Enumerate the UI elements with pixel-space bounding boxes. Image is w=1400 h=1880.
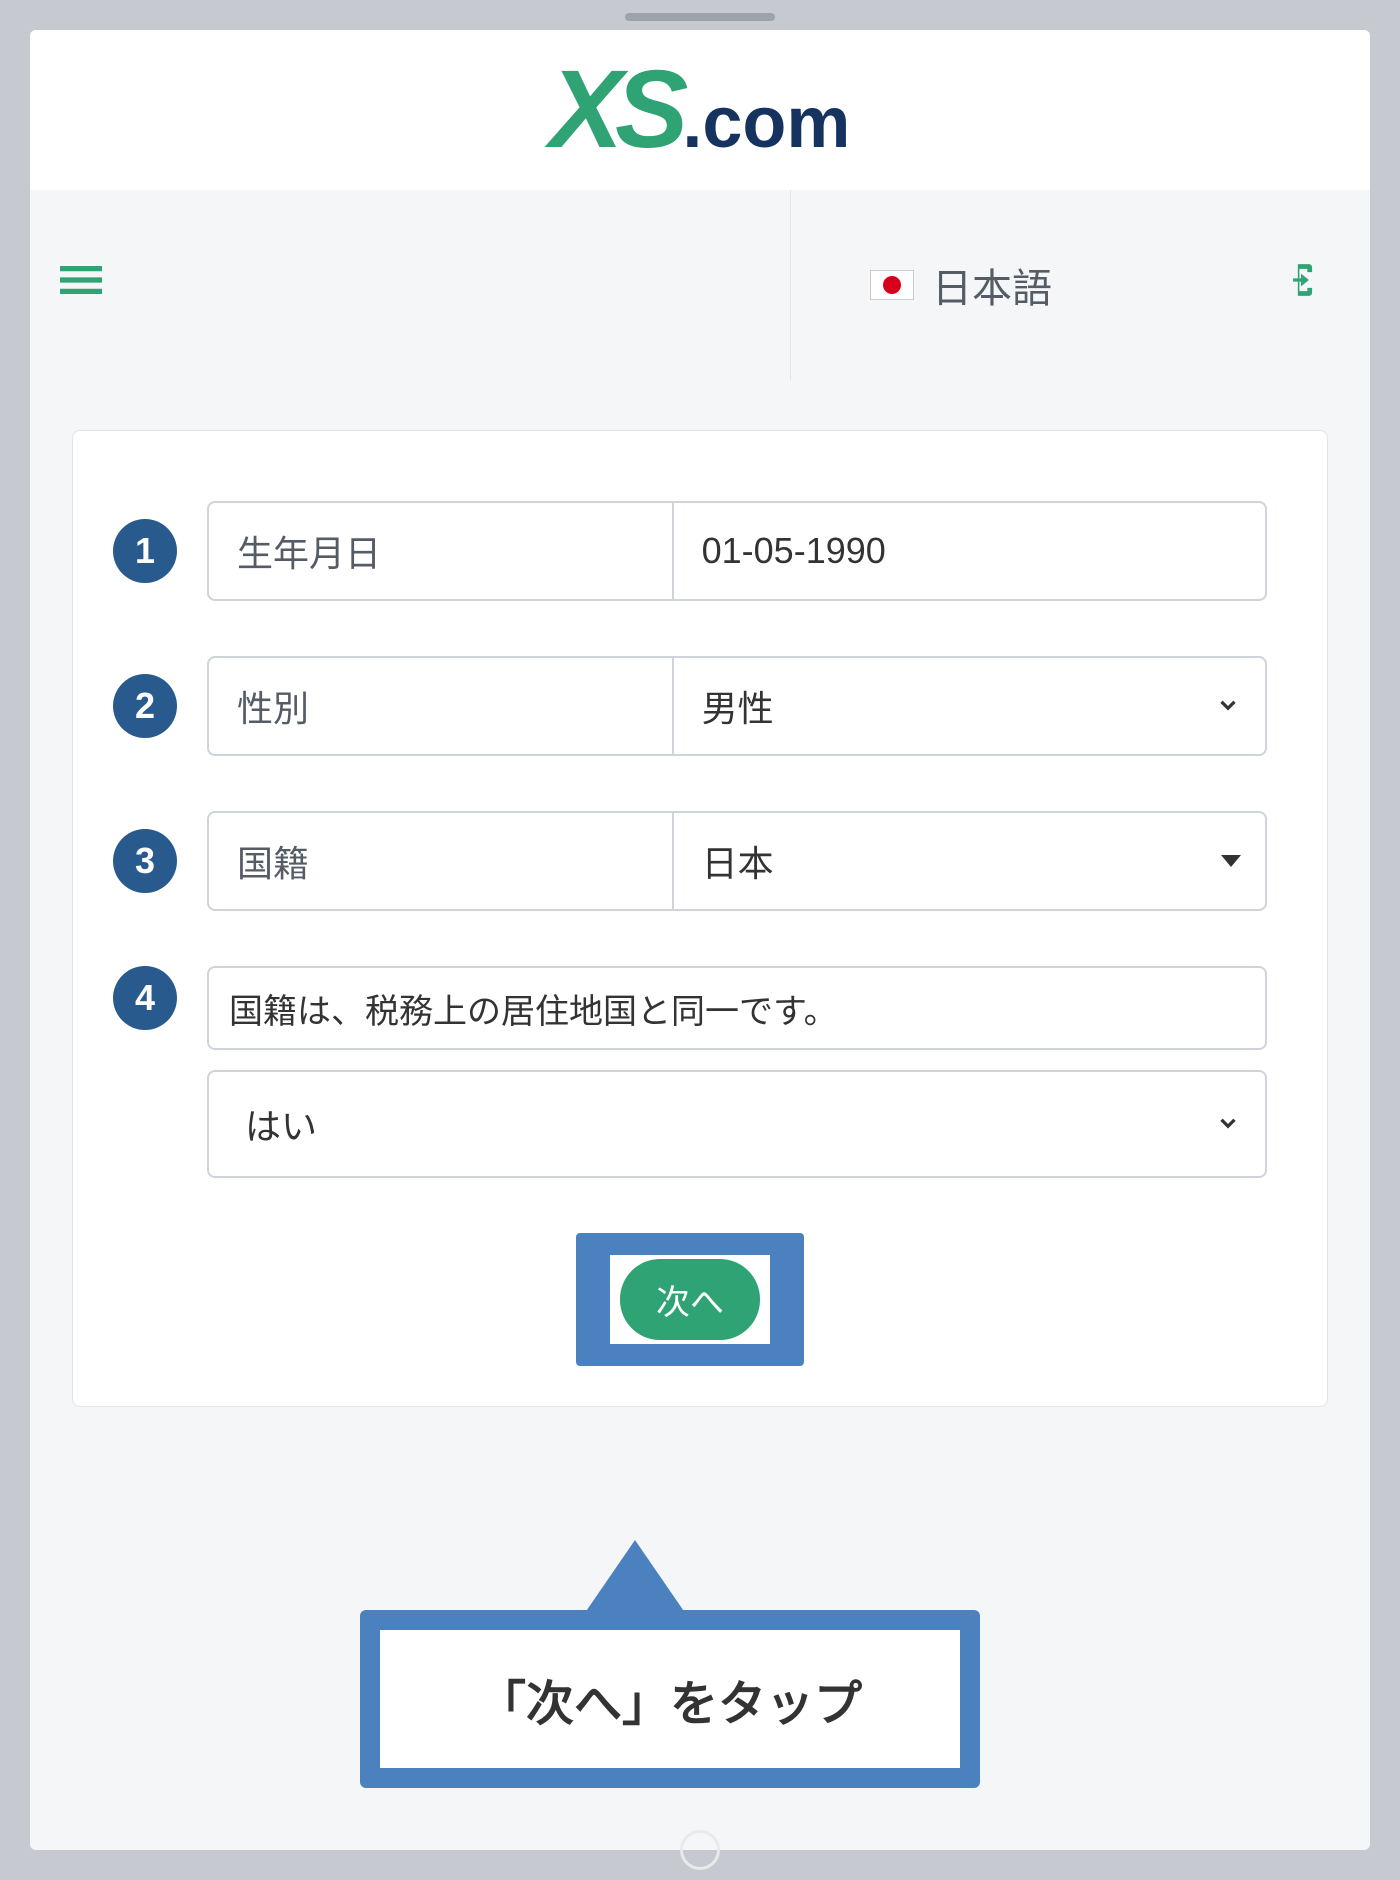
row-gender: 2 性別 男性 bbox=[113, 656, 1267, 756]
residence-statement: 国籍は、税務上の居住地国と同一です。 bbox=[207, 966, 1267, 1050]
nav-bar: 日本語 bbox=[30, 190, 1370, 380]
gender-label: 性別 bbox=[209, 658, 674, 754]
device-frame: XS .com 日本語 1 生年月日 bbox=[0, 0, 1400, 1880]
gender-value[interactable]: 男性 bbox=[674, 658, 1265, 754]
row-residence-answer: はい bbox=[113, 1070, 1267, 1178]
chevron-down-icon bbox=[1215, 1103, 1241, 1145]
caret-down-icon bbox=[1221, 855, 1241, 867]
nav-divider bbox=[790, 190, 791, 380]
dob-field[interactable]: 生年月日 01-05-1990 bbox=[207, 501, 1267, 601]
gender-field[interactable]: 性別 男性 bbox=[207, 656, 1267, 756]
row-dob: 1 生年月日 01-05-1990 bbox=[113, 501, 1267, 601]
dob-label: 生年月日 bbox=[209, 503, 674, 599]
form-card: 1 生年月日 01-05-1990 2 性別 男性 bbox=[72, 430, 1328, 1407]
residence-answer-select[interactable]: はい bbox=[207, 1070, 1267, 1178]
nationality-value[interactable]: 日本 bbox=[674, 813, 1265, 909]
nationality-label: 国籍 bbox=[209, 813, 674, 909]
home-indicator bbox=[680, 1830, 720, 1870]
menu-icon[interactable] bbox=[60, 259, 102, 311]
logo-dotcom-text: .com bbox=[682, 87, 850, 159]
language-label: 日本語 bbox=[932, 256, 1052, 314]
logo-xs-text: XS bbox=[550, 55, 681, 165]
next-highlight-box: 次へ bbox=[576, 1233, 804, 1366]
chevron-down-icon bbox=[1215, 685, 1241, 727]
nationality-field[interactable]: 国籍 日本 bbox=[207, 811, 1267, 911]
logout-icon[interactable] bbox=[1282, 261, 1320, 309]
step-badge-4: 4 bbox=[113, 966, 177, 1030]
logo-bar: XS .com bbox=[30, 30, 1370, 190]
dob-value[interactable]: 01-05-1990 bbox=[674, 503, 1265, 599]
step-badge-2: 2 bbox=[113, 674, 177, 738]
brand-logo: XS .com bbox=[550, 55, 851, 165]
app-screen: XS .com 日本語 1 生年月日 bbox=[30, 30, 1370, 1850]
language-selector[interactable]: 日本語 bbox=[870, 256, 1052, 314]
nationality-value-text: 日本 bbox=[702, 835, 774, 887]
step-badge-1: 1 bbox=[113, 519, 177, 583]
callout-text: 「次へ」をタップ bbox=[380, 1630, 960, 1768]
callout-box: 「次へ」をタップ bbox=[360, 1610, 980, 1788]
next-inner-box: 次へ bbox=[610, 1255, 770, 1344]
japan-flag-icon bbox=[870, 270, 914, 300]
next-button[interactable]: 次へ bbox=[620, 1259, 760, 1340]
callout-arrow-icon bbox=[580, 1540, 690, 1620]
content-area: 1 生年月日 01-05-1990 2 性別 男性 bbox=[30, 380, 1370, 1407]
step-badge-3: 3 bbox=[113, 829, 177, 893]
device-speaker bbox=[625, 13, 775, 21]
gender-value-text: 男性 bbox=[702, 680, 774, 732]
instruction-callout: 「次へ」をタップ bbox=[360, 1610, 980, 1788]
next-button-wrap: 次へ bbox=[113, 1233, 1267, 1366]
row-residence-statement: 4 国籍は、税務上の居住地国と同一です。 bbox=[113, 966, 1267, 1050]
row-nationality: 3 国籍 日本 bbox=[113, 811, 1267, 911]
residence-answer-text: はい bbox=[245, 1098, 317, 1150]
